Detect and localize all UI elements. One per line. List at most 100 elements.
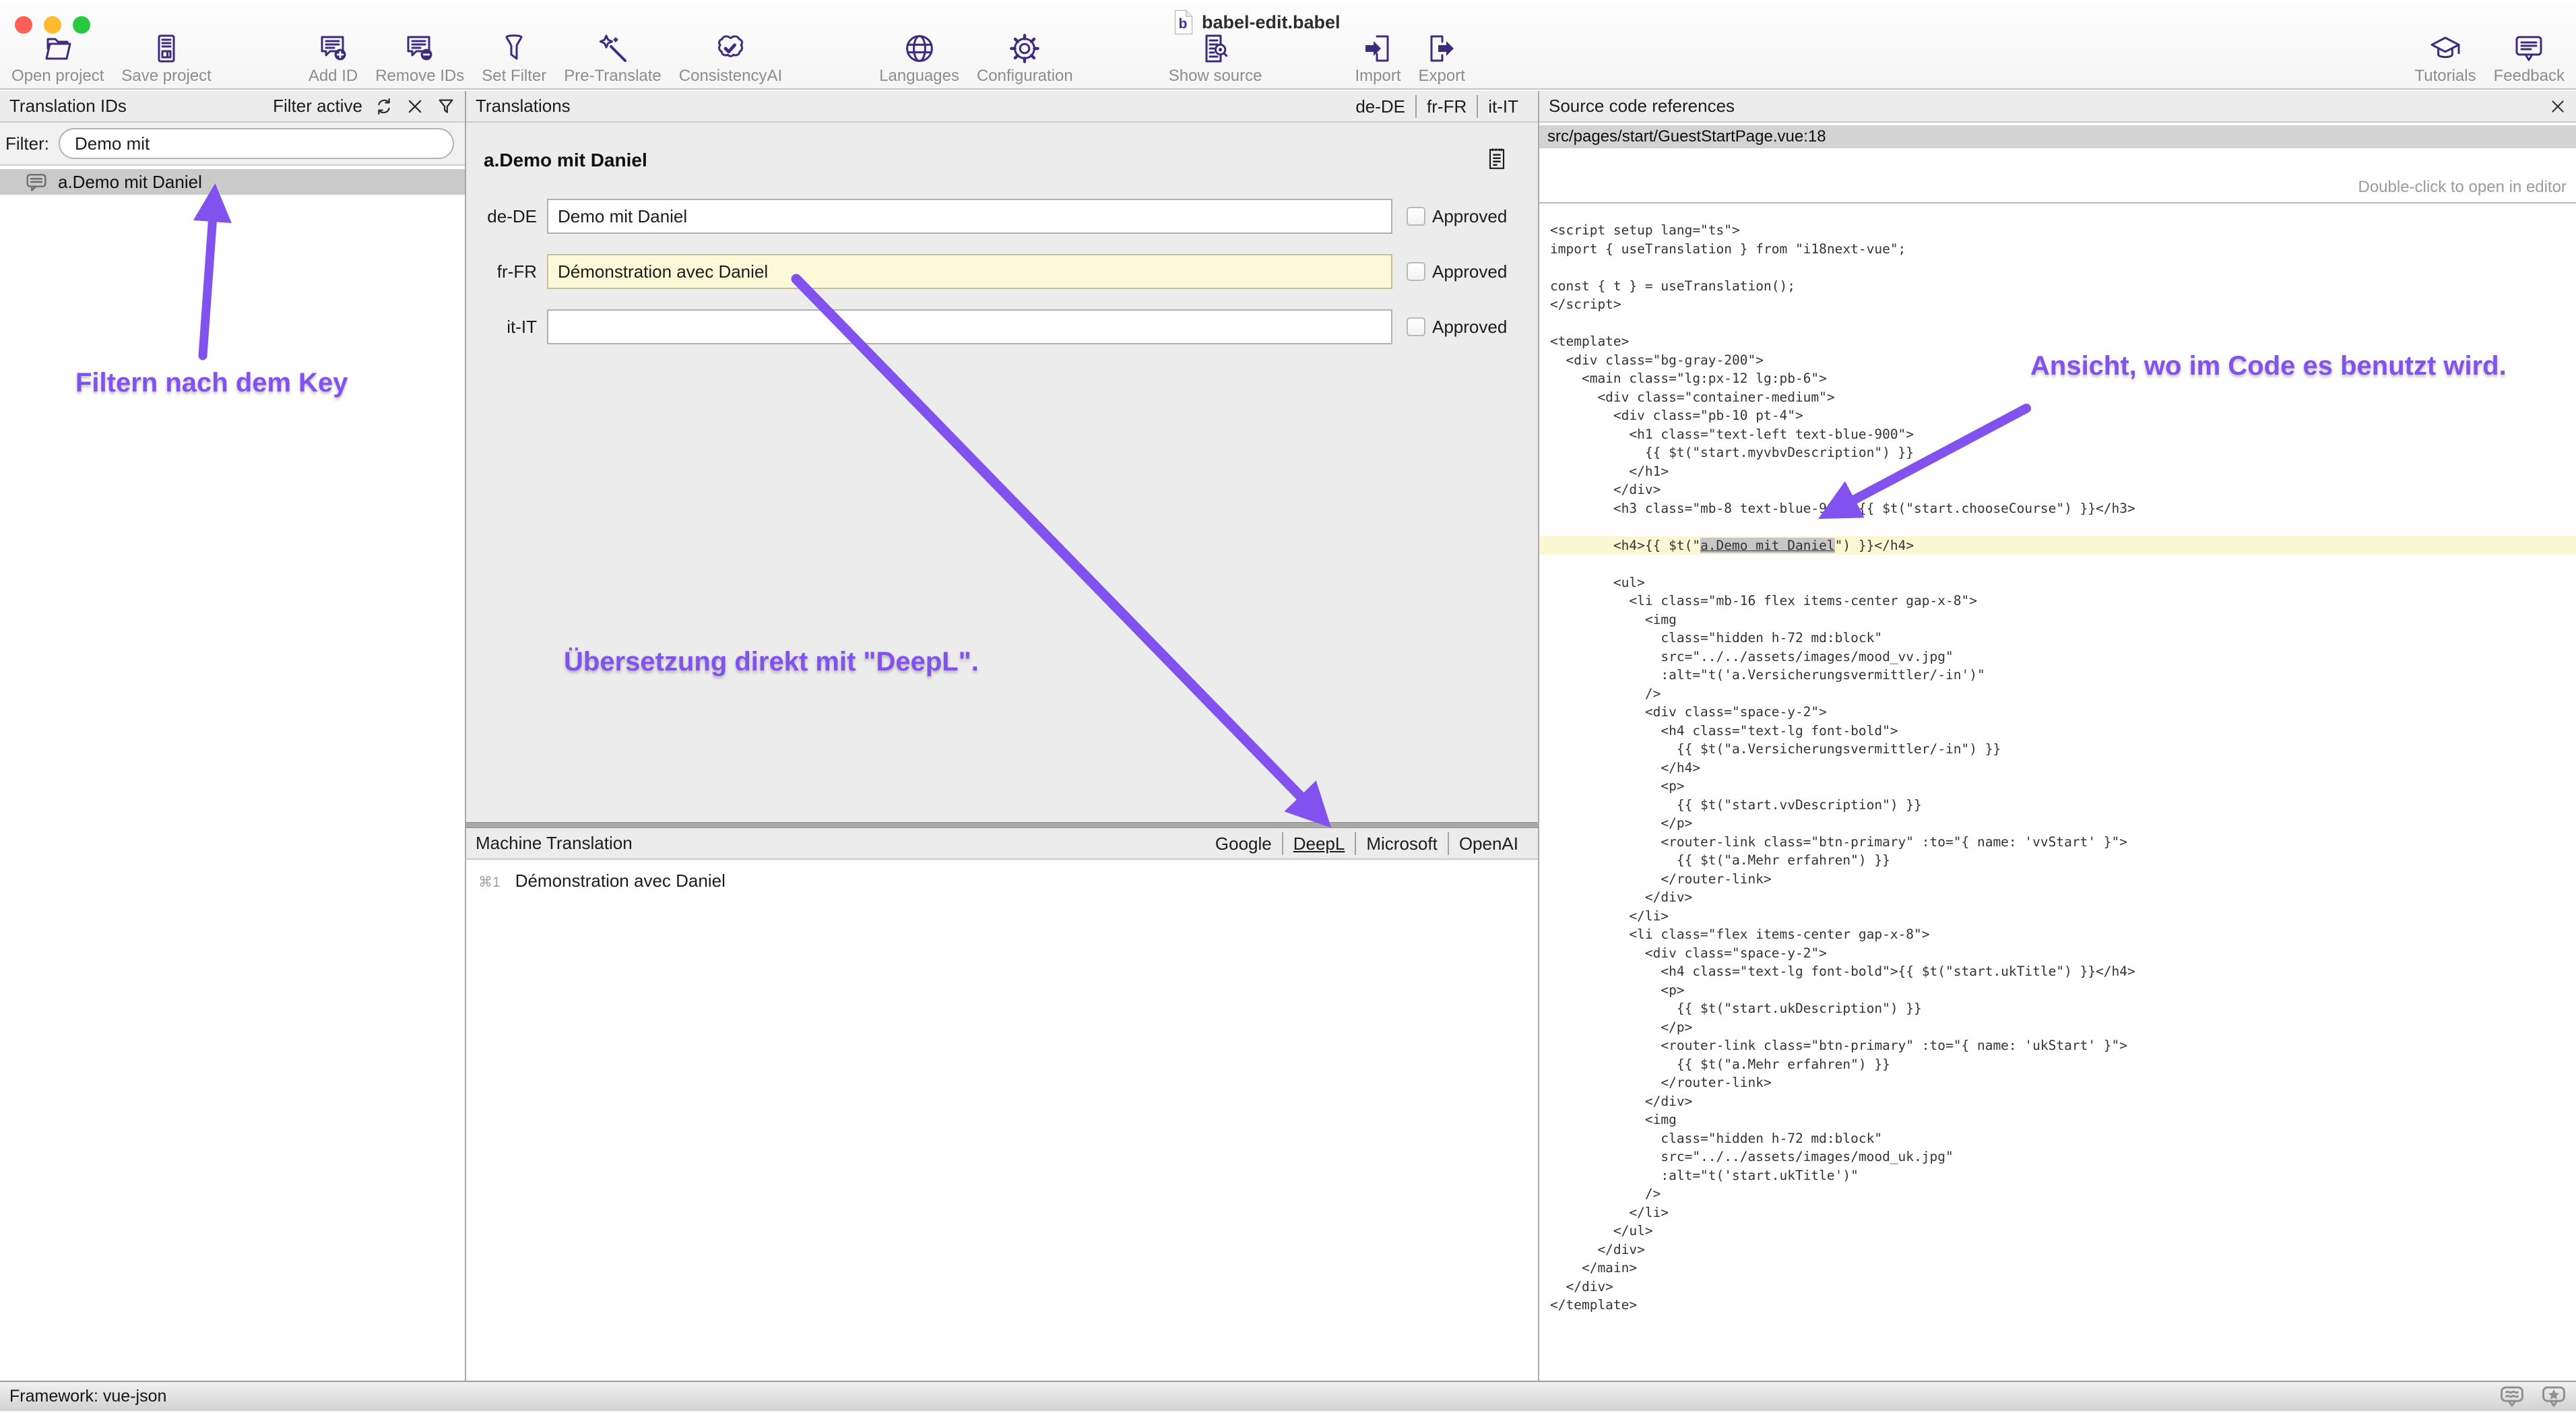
code-line: :alt="t('start.ukTitle')" xyxy=(1550,1166,2576,1185)
code-line: </script> xyxy=(1550,295,2576,314)
close-panel-icon[interactable] xyxy=(2549,98,2567,115)
toolbar-label: Pre-Translate xyxy=(564,67,662,86)
mt-provider-label: Google xyxy=(1215,834,1272,854)
toolbar-configuration[interactable]: Configuration xyxy=(968,32,1082,86)
translations-header: Translations de-DE fr-FR it-IT xyxy=(466,91,1538,123)
row-language-label: de-DE xyxy=(466,206,537,227)
toolbar: Open project Save project Add ID Remove IDs… xyxy=(3,32,2573,86)
toolbar-add-id[interactable]: Add ID xyxy=(300,32,366,86)
translations-title: Translations xyxy=(476,96,571,117)
export-icon xyxy=(1425,32,1458,65)
filter-active-status: Filter active xyxy=(273,96,362,117)
code-line xyxy=(1550,517,2576,536)
minimize-window-icon[interactable] xyxy=(44,16,61,34)
window-title: babel-edit.babel xyxy=(1202,12,1341,33)
bubble-minus-icon xyxy=(404,32,436,65)
code-line: <main class="lg:px-12 lg:pb-6"> xyxy=(1550,369,2576,388)
code-line: <li class="flex items-center gap-x-8"> xyxy=(1550,925,2576,944)
toolbar-save-project[interactable]: Save project xyxy=(112,32,220,86)
code-line: <h4 class="text-lg font-bold"> xyxy=(1550,722,2576,741)
code-line: <p> xyxy=(1550,981,2576,1000)
toolbar-label: Add ID xyxy=(309,67,358,86)
toolbar-languages[interactable]: Languages xyxy=(870,32,968,86)
translation-input-fr-fr[interactable] xyxy=(547,254,1392,289)
toolbar-pre-translate[interactable]: Pre-Translate xyxy=(555,32,670,86)
entry-id-title: a.Demo mit Daniel xyxy=(484,150,647,171)
code-line-highlighted[interactable]: <h4>{{ $t("a.Demo mit Daniel") }}</h4> xyxy=(1539,536,2576,555)
toolbar-open-project[interactable]: Open project xyxy=(3,32,112,86)
approved-checkbox-it-it[interactable] xyxy=(1407,317,1425,336)
mt-provider-microsoft[interactable]: Microsoft xyxy=(1355,832,1447,855)
language-toggle-de-de[interactable]: de-DE xyxy=(1345,95,1415,118)
toolbar-feedback[interactable]: Feedback xyxy=(2485,32,2573,86)
refresh-icon[interactable] xyxy=(375,97,393,116)
code-line xyxy=(1550,555,2576,573)
source-code-view[interactable]: <script setup lang="ts">import { useTran… xyxy=(1539,203,2576,1381)
entry-notes-icon[interactable] xyxy=(1487,147,1507,171)
toolbar-export[interactable]: Export xyxy=(1410,32,1474,86)
language-toggle-fr-fr[interactable]: fr-FR xyxy=(1415,95,1477,118)
translation-ids-title: Translation IDs xyxy=(9,96,127,117)
code-line: {{ $t("a.Versicherungsvermittler/-in") }… xyxy=(1550,740,2576,759)
code-line: </h1> xyxy=(1550,462,2576,481)
mt-provider-label: Microsoft xyxy=(1366,834,1437,854)
close-window-icon[interactable] xyxy=(15,16,32,34)
zoom-window-icon[interactable] xyxy=(73,16,90,34)
code-line: </li> xyxy=(1550,907,2576,926)
open-in-editor-hint: Double-click to open in editor xyxy=(1539,148,2576,203)
translation-id-list: a.Demo mit Daniel xyxy=(0,166,465,1381)
mt-suggestion-text[interactable]: Démonstration avec Daniel xyxy=(515,871,726,891)
toolbar-tutorials[interactable]: Tutorials xyxy=(2406,32,2484,86)
toolbar-label: Remove IDs xyxy=(375,67,464,86)
speech-bubble-icon xyxy=(26,172,47,192)
language-toggle-label: it-IT xyxy=(1488,96,1518,117)
source-file-row[interactable]: src/pages/start/GuestStartPage.vue:18 xyxy=(1539,125,2576,148)
code-line: </li> xyxy=(1550,1203,2576,1222)
toolbar-import[interactable]: Import xyxy=(1346,32,1409,86)
code-line: /> xyxy=(1550,685,2576,703)
language-toggle-it-it[interactable]: it-IT xyxy=(1477,95,1528,118)
rate-star-bubble-icon[interactable] xyxy=(2541,1385,2567,1408)
gear-icon xyxy=(1008,32,1041,65)
source-references-header: Source code references xyxy=(1539,91,2576,123)
code-line: </router-link> xyxy=(1550,1073,2576,1092)
approved-checkbox-de-de[interactable] xyxy=(1407,207,1425,226)
toolbar-label: Open project xyxy=(11,67,104,86)
source-references-title: Source code references xyxy=(1549,96,1735,117)
code-line: <div class="space-y-2"> xyxy=(1550,703,2576,722)
traffic-lights xyxy=(15,16,90,34)
toolbar-label: Export xyxy=(1419,67,1465,86)
translation-id-item[interactable]: a.Demo mit Daniel xyxy=(0,169,465,195)
translation-input-it-it[interactable] xyxy=(547,309,1392,344)
toolbar-remove-ids[interactable]: Remove IDs xyxy=(366,32,473,86)
code-line: {{ $t("start.myvbvDescription") }} xyxy=(1550,443,2576,462)
chat-wave-bubble-icon[interactable] xyxy=(2499,1385,2525,1408)
filter-label: Filter: xyxy=(5,133,49,154)
mt-provider-openai[interactable]: OpenAI xyxy=(1448,832,1528,855)
status-bar: Framework: vue-json xyxy=(0,1381,2576,1411)
code-line: <p> xyxy=(1550,777,2576,796)
code-line: <div class="container-medium"> xyxy=(1550,388,2576,407)
funnel-icon[interactable] xyxy=(437,97,455,116)
toolbar-show-source[interactable]: Show source xyxy=(1160,32,1271,86)
filter-input[interactable] xyxy=(59,128,454,159)
panel-splitter[interactable] xyxy=(466,822,1538,828)
mt-provider-tabs: Google DeepL Microsoft OpenAI xyxy=(1205,832,1528,855)
translations-panel: Translations de-DE fr-FR it-IT a.Demo mit … xyxy=(466,91,1539,1381)
toolbar-set-filter[interactable]: Set Filter xyxy=(473,32,555,86)
toolbar-consistencyai[interactable]: ConsistencyAI xyxy=(670,32,791,86)
mt-provider-deepl[interactable]: DeepL xyxy=(1282,832,1355,855)
highlighted-translation-key[interactable]: a.Demo mit Daniel xyxy=(1700,538,1835,553)
mt-provider-google[interactable]: Google xyxy=(1205,832,1282,855)
language-toggle-label: de-DE xyxy=(1355,96,1405,117)
code-line: </p> xyxy=(1550,1018,2576,1037)
approved-checkbox-fr-fr[interactable] xyxy=(1407,262,1425,281)
clear-filter-icon[interactable] xyxy=(406,97,424,116)
funnel-icon xyxy=(498,32,530,65)
translation-ids-header: Translation IDs Filter active xyxy=(0,91,465,123)
translation-input-de-de[interactable] xyxy=(547,199,1392,234)
mt-suggestions: ⌘1 Démonstration avec Daniel xyxy=(466,860,1538,1381)
filter-row: Filter: xyxy=(0,123,465,166)
code-line: <router-link class="btn-primary" :to="{ … xyxy=(1550,833,2576,852)
code-line: </div> xyxy=(1550,1092,2576,1111)
